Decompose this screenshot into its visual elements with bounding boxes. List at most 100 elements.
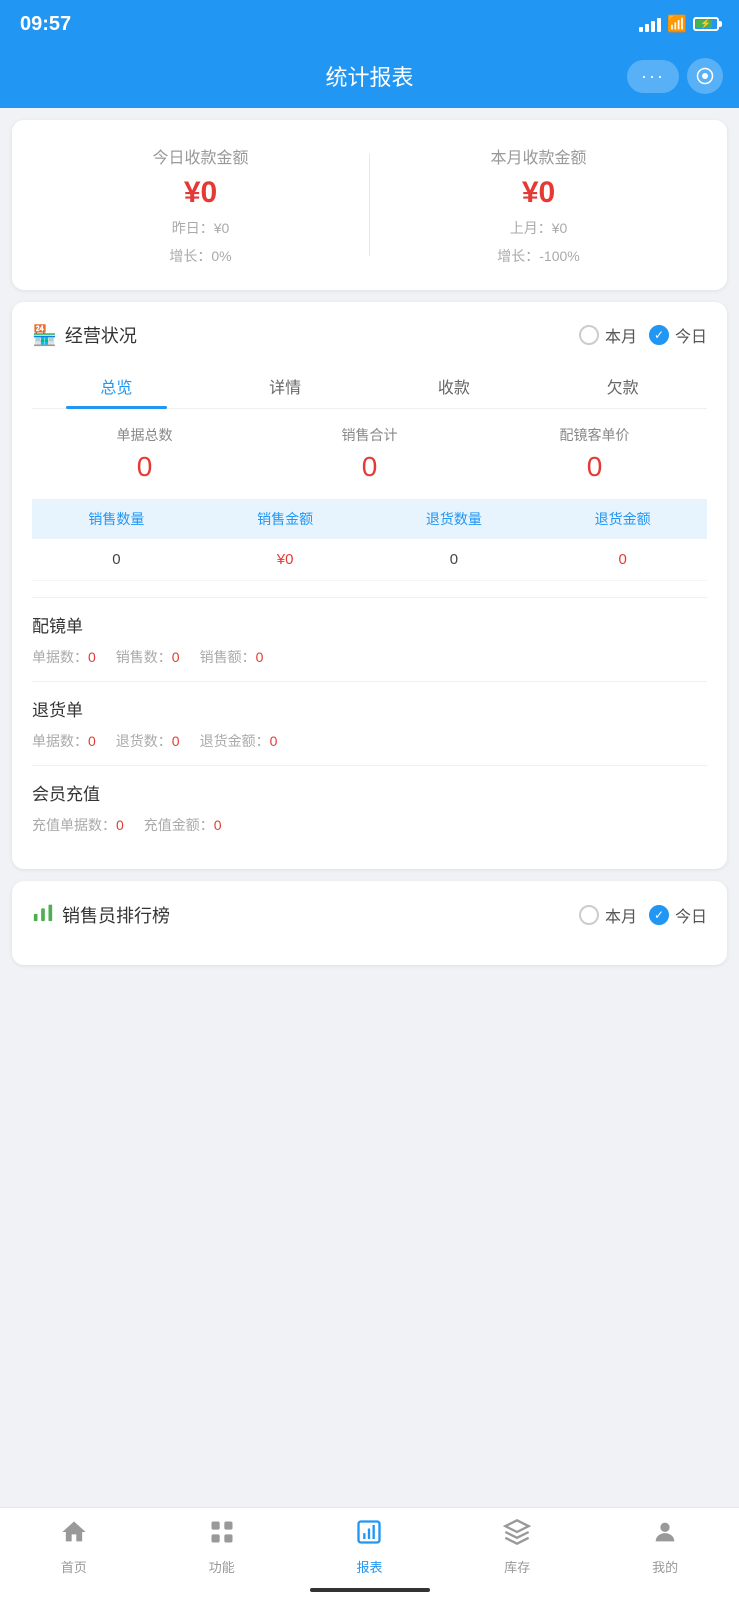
stat-unit-price-value: 0: [482, 451, 707, 483]
sales-rank-toggle: 本月 今日: [579, 903, 707, 927]
tab-payment[interactable]: 收款: [370, 364, 539, 408]
cell-sales-amount: ¥0: [201, 539, 370, 581]
nav-label-home: 首页: [61, 1557, 87, 1576]
functions-icon: [208, 1518, 236, 1553]
reports-icon: [355, 1518, 383, 1553]
today-revenue-value: ¥0: [184, 176, 217, 210]
nav-item-home[interactable]: 首页: [0, 1518, 148, 1576]
home-icon: [60, 1518, 88, 1553]
recharge-stats: 充值单据数：0 充值金额：0: [32, 815, 707, 835]
stat-sales-total-value: 0: [257, 451, 482, 483]
operations-icon: 🏪: [32, 323, 57, 348]
returns-amount: 退货金额：0: [200, 731, 278, 751]
toggle-today-radio[interactable]: [649, 325, 669, 345]
nav-item-mine[interactable]: 我的: [591, 1518, 739, 1576]
status-time: 09:57: [20, 13, 71, 36]
status-bar: 09:57 📶 ⚡: [0, 0, 739, 48]
sub-section-recharge: 会员充值 充值单据数：0 充值金额：0: [32, 765, 707, 849]
sales-rank-month-radio[interactable]: [579, 905, 599, 925]
col-return-amount: 退货金额: [538, 499, 707, 539]
glasses-sales-amount: 销售额：0: [200, 647, 264, 667]
month-revenue-growth: 增长：-100%: [497, 246, 579, 266]
sales-rank-today-label: 今日: [675, 903, 707, 927]
month-revenue-label: 本月收款金额: [490, 144, 586, 168]
camera-button[interactable]: [687, 58, 723, 94]
header: 统计报表 ···: [0, 48, 739, 108]
operations-tabs: 总览 详情 收款 欠款: [32, 364, 707, 409]
nav-item-inventory[interactable]: 库存: [443, 1518, 591, 1576]
sales-rank-icon: [32, 901, 54, 929]
toggle-month-option[interactable]: 本月: [579, 323, 637, 347]
glasses-title: 配镜单: [32, 612, 707, 637]
inventory-icon: [503, 1518, 531, 1553]
wifi-icon: 📶: [667, 14, 687, 34]
glasses-sales-qty: 销售数：0: [116, 647, 180, 667]
sales-table: 销售数量 销售金额 退货数量 退货金额 0 ¥0 0 0: [32, 499, 707, 581]
glasses-stats: 单据数：0 销售数：0 销售额：0: [32, 647, 707, 667]
sub-section-returns: 退货单 单据数：0 退货数：0 退货金额：0: [32, 681, 707, 765]
stat-sales-total: 销售合计 0: [257, 425, 482, 483]
nav-label-mine: 我的: [652, 1557, 678, 1576]
toggle-today-label: 今日: [675, 323, 707, 347]
stat-total-docs-label: 单据总数: [32, 425, 257, 445]
status-icons: 📶 ⚡: [639, 14, 719, 34]
returns-docs: 单据数：0: [32, 731, 96, 751]
sub-section-glasses: 配镜单 单据数：0 销售数：0 销售额：0: [32, 597, 707, 681]
cell-return-qty: 0: [370, 539, 539, 581]
col-return-qty: 退货数量: [370, 499, 539, 539]
revenue-card: 今日收款金额 ¥0 昨日：¥0 增长：0% 本月收款金额 ¥0 上月：¥0 增长…: [12, 120, 727, 290]
toggle-month-radio[interactable]: [579, 325, 599, 345]
tab-debt[interactable]: 欠款: [538, 364, 707, 408]
glasses-docs: 单据数：0: [32, 647, 96, 667]
recharge-docs: 充值单据数：0: [32, 815, 124, 835]
today-revenue-sub: 昨日：¥0: [172, 218, 230, 238]
page-title: 统计报表: [325, 60, 413, 92]
stat-total-docs: 单据总数 0: [32, 425, 257, 483]
sales-rank-card: 销售员排行榜 本月 今日: [12, 881, 727, 965]
bottom-nav: 首页 功能 报表: [0, 1507, 739, 1600]
today-revenue-item: 今日收款金额 ¥0 昨日：¥0 增长：0%: [32, 144, 369, 266]
stat-sales-total-label: 销售合计: [257, 425, 482, 445]
cell-return-amount: 0: [538, 539, 707, 581]
nav-item-functions[interactable]: 功能: [148, 1518, 296, 1576]
tab-detail[interactable]: 详情: [201, 364, 370, 408]
sales-rank-today-radio[interactable]: [649, 905, 669, 925]
month-revenue-item: 本月收款金额 ¥0 上月：¥0 增长：-100%: [370, 144, 707, 266]
sales-rank-toggle-today[interactable]: 今日: [649, 903, 707, 927]
more-button[interactable]: ···: [627, 60, 679, 93]
returns-stats: 单据数：0 退货数：0 退货金额：0: [32, 731, 707, 751]
today-revenue-growth: 增长：0%: [169, 246, 231, 266]
operations-toggle: 本月 今日: [579, 323, 707, 347]
nav-item-reports[interactable]: 报表: [296, 1518, 444, 1576]
sales-rank-toggle-month[interactable]: 本月: [579, 903, 637, 927]
returns-qty: 退货数：0: [116, 731, 180, 751]
sales-rank-title: 销售员排行榜: [62, 902, 170, 928]
main-content: 今日收款金额 ¥0 昨日：¥0 增长：0% 本月收款金额 ¥0 上月：¥0 增长…: [0, 108, 739, 1089]
operations-header: 🏪 经营状况 本月 今日: [32, 322, 707, 348]
sales-rank-header: 销售员排行榜 本月 今日: [32, 901, 707, 929]
month-revenue-sub: 上月：¥0: [510, 218, 568, 238]
sales-rank-title-area: 销售员排行榜: [32, 901, 170, 929]
month-revenue-value: ¥0: [522, 176, 555, 210]
battery-icon: ⚡: [693, 17, 719, 31]
stats-row: 单据总数 0 销售合计 0 配镜客单价 0: [32, 425, 707, 483]
bottom-indicator: [310, 1588, 430, 1592]
cell-sales-qty: 0: [32, 539, 201, 581]
col-sales-amount: 销售金额: [201, 499, 370, 539]
mine-icon: [651, 1518, 679, 1553]
operations-card: 🏪 经营状况 本月 今日 总览 详情 收款 欠款: [12, 302, 727, 869]
sales-rank-month-label: 本月: [605, 903, 637, 927]
stat-total-docs-value: 0: [32, 451, 257, 483]
toggle-today-option[interactable]: 今日: [649, 323, 707, 347]
header-actions: ···: [627, 58, 723, 94]
operations-title-area: 🏪 经营状况: [32, 322, 137, 348]
stat-unit-price: 配镜客单价 0: [482, 425, 707, 483]
today-revenue-label: 今日收款金额: [152, 144, 248, 168]
recharge-amount: 充值金额：0: [144, 815, 222, 835]
stat-unit-price-label: 配镜客单价: [482, 425, 707, 445]
operations-title: 经营状况: [65, 322, 137, 348]
col-sales-qty: 销售数量: [32, 499, 201, 539]
recharge-title: 会员充值: [32, 780, 707, 805]
nav-label-inventory: 库存: [504, 1557, 530, 1576]
tab-overview[interactable]: 总览: [32, 364, 201, 408]
